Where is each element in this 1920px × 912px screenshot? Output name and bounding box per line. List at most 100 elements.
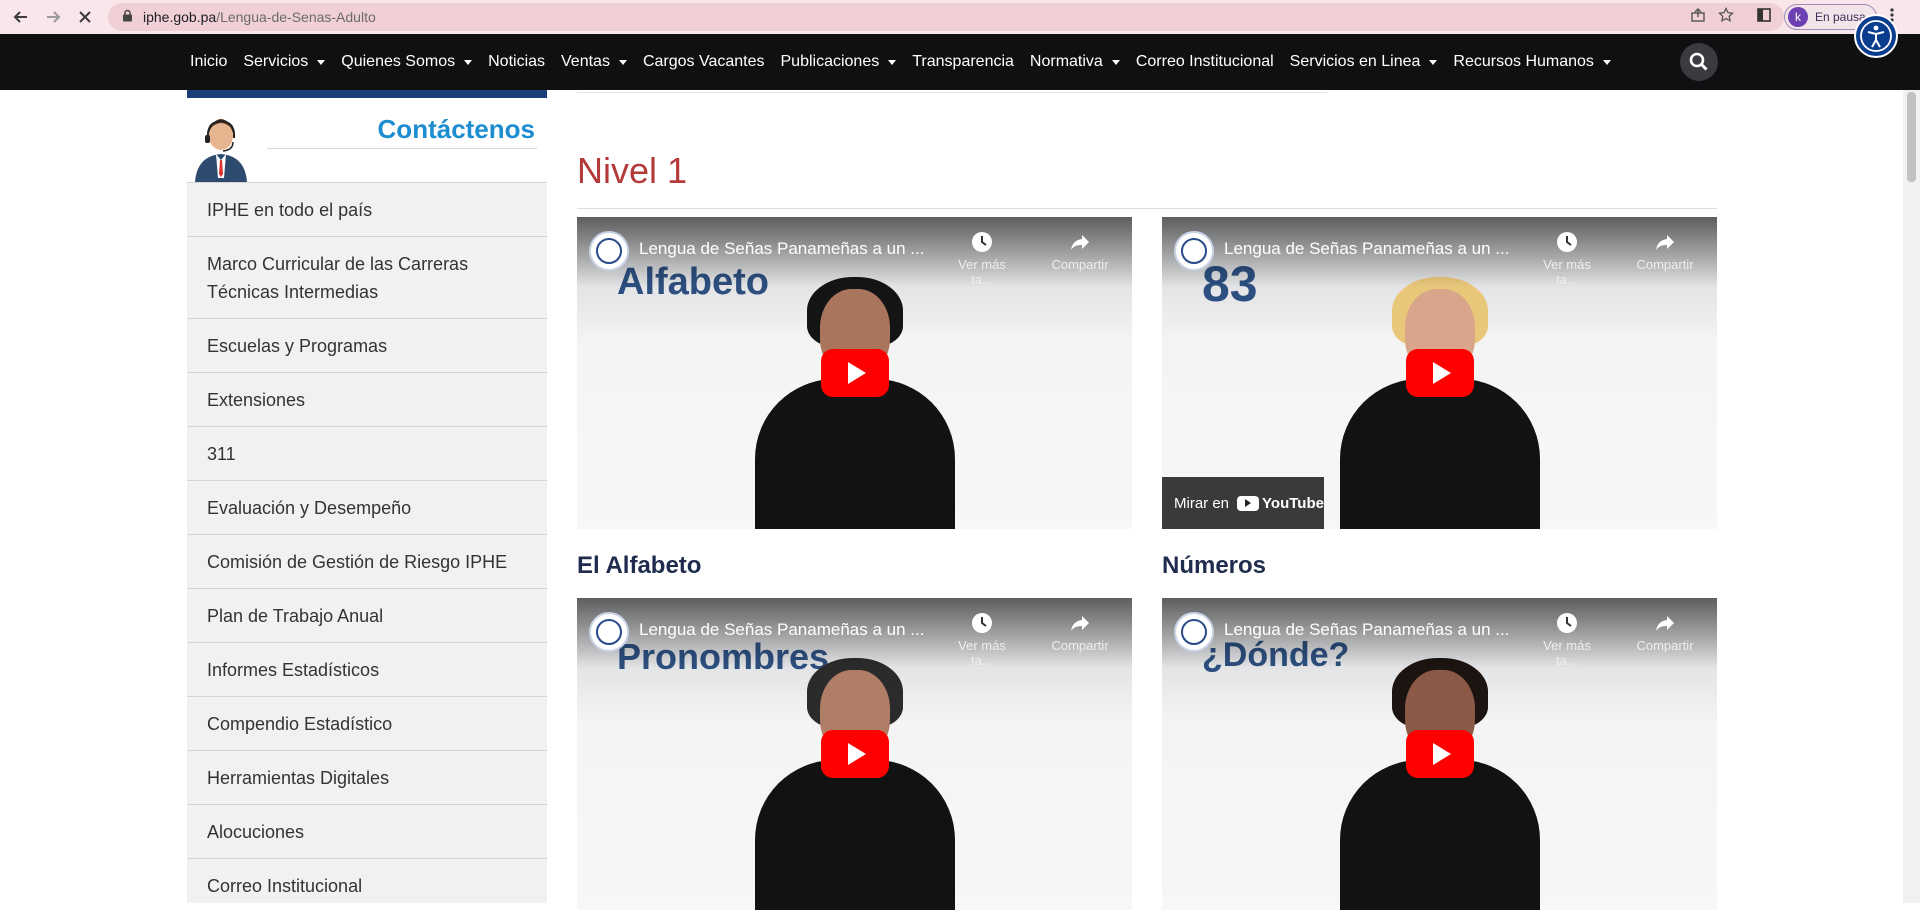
scrollbar-thumb[interactable] (1907, 92, 1916, 182)
nav-item-ventas[interactable]: Ventas (561, 53, 627, 71)
nav-item-quienes-somos[interactable]: Quienes Somos (341, 53, 473, 71)
sidebar-item-label: Correo Institucional (207, 875, 363, 896)
accessibility-button[interactable] (1854, 14, 1898, 58)
video-player[interactable]: 83 Lengua de Señas Panameñas a un ... Ve… (1162, 217, 1717, 529)
watch-later-label: Ver más ta... (1543, 257, 1591, 287)
share-button[interactable]: Compartir (1045, 231, 1115, 272)
play-icon (1432, 362, 1451, 384)
level-title: Nivel 1 (577, 150, 688, 191)
bookmark-star-icon[interactable] (1718, 6, 1734, 28)
side-panel-icon[interactable] (1756, 7, 1772, 28)
youtube-play-icon (1237, 495, 1260, 511)
nav-item-label: Servicios (243, 53, 309, 70)
video-caption-link[interactable]: El Alfabeto (577, 552, 701, 580)
sidebar-item[interactable]: Evaluación y Desempeño (187, 480, 547, 534)
watch-later-button[interactable]: Ver más ta... (1532, 612, 1602, 668)
share-button[interactable]: Compartir (1045, 612, 1115, 653)
nav-item-label: Cargos Vacantes (642, 53, 765, 70)
channel-logo[interactable] (589, 612, 629, 652)
browser-toolbar: iphe.gob.pa/Lengua-de-Senas-Adulto k En … (0, 0, 1920, 34)
video-player[interactable]: ¿Dónde? Lengua de Señas Panameñas a un .… (1162, 598, 1717, 910)
sidebar-item[interactable]: Comisión de Gestión de Riesgo IPHE (187, 534, 547, 588)
clock-icon (972, 232, 992, 252)
nav-item-label: Transparencia (912, 53, 1014, 70)
channel-logo[interactable] (1174, 231, 1214, 271)
nav-item-label: Publicaciones (780, 53, 880, 70)
sidebar-item[interactable]: Correo Institucional (187, 858, 547, 912)
nav-item-label: Correo Institucional (1135, 53, 1274, 70)
sidebar-item[interactable]: Plan de Trabajo Anual (187, 588, 547, 642)
watch-later-label: Ver más ta... (1543, 638, 1591, 668)
share-button[interactable]: Compartir (1630, 612, 1700, 653)
stop-loading-button[interactable] (72, 4, 98, 30)
watch-later-button[interactable]: Ver más ta... (1532, 231, 1602, 287)
youtube-wordmark: YouTube (1262, 494, 1324, 512)
sidebar-item[interactable]: 311 (187, 426, 547, 480)
nav-item-correo-institucional[interactable]: Correo Institucional (1136, 53, 1274, 71)
url-path: /Lengua-de-Senas-Adulto (216, 9, 376, 25)
channel-logo[interactable] (1174, 612, 1214, 652)
nav-item-recursos-humanos[interactable]: Recursos Humanos (1453, 53, 1611, 71)
address-bar[interactable]: iphe.gob.pa/Lengua-de-Senas-Adulto (108, 3, 1784, 31)
support-agent-icon (195, 119, 247, 182)
nav-item-label: Servicios en Linea (1289, 53, 1421, 70)
video-player[interactable]: Alfabeto Lengua de Señas Panameñas a un … (577, 217, 1132, 529)
forward-button[interactable] (40, 4, 66, 30)
watch-on-label: Mirar en (1174, 494, 1230, 512)
contact-divider (267, 148, 537, 149)
nav-item-label: Noticias (488, 53, 546, 70)
video-title[interactable]: Lengua de Señas Panameñas a un ... (1224, 239, 1509, 259)
nav-item-cargos-vacantes[interactable]: Cargos Vacantes (643, 53, 765, 71)
sidebar-item[interactable]: Extensiones (187, 372, 547, 426)
sidebar-item[interactable]: IPHE en todo el país (187, 182, 547, 236)
watch-later-button[interactable]: Ver más ta... (947, 231, 1017, 287)
video-player[interactable]: Pronombres Lengua de Señas Panameñas a u… (577, 598, 1132, 910)
channel-logo[interactable] (589, 231, 629, 271)
watch-later-button[interactable]: Ver más ta... (947, 612, 1017, 668)
sidebar-item[interactable]: Marco Curricular de las Carreras Técnica… (187, 236, 547, 318)
site-navbar: Inicio Servicios Quienes Somos Noticias Vent… (0, 34, 1920, 90)
lock-icon (122, 9, 133, 25)
play-button[interactable] (1405, 349, 1474, 397)
search-button[interactable] (1680, 43, 1718, 81)
contact-banner[interactable]: Contáctenos (187, 98, 547, 182)
share-label: Compartir (1636, 638, 1694, 653)
youtube-logo: YouTube (1237, 495, 1324, 512)
page-scrollbar[interactable] (1903, 90, 1920, 903)
sidebar-item[interactable]: Alocuciones (187, 804, 547, 858)
sidebar-item[interactable]: Herramientas Digitales (187, 750, 547, 804)
play-button[interactable] (820, 349, 889, 397)
arrow-right-icon (47, 11, 61, 23)
sidebar-item[interactable]: Escuelas y Programas (187, 318, 547, 372)
sidebar-item-label: Alocuciones (207, 821, 305, 842)
nav-item-servicios-en-linea[interactable]: Servicios en Linea (1290, 53, 1438, 71)
video-title[interactable]: Lengua de Señas Panameñas a un ... (639, 620, 924, 640)
nav-item-noticias[interactable]: Noticias (488, 53, 545, 71)
video-caption-link[interactable]: Números (1162, 552, 1266, 580)
sidebar-item[interactable]: Informes Estadísticos (187, 642, 547, 696)
nav-menu: Inicio Servicios Quienes Somos Noticias Vent… (190, 34, 1611, 90)
nav-item-normativa[interactable]: Normativa (1030, 53, 1120, 71)
video-title[interactable]: Lengua de Señas Panameñas a un ... (1224, 620, 1509, 640)
nav-item-publicaciones[interactable]: Publicaciones (781, 53, 897, 71)
video-title[interactable]: Lengua de Señas Panameñas a un ... (639, 239, 924, 259)
caret-down-icon (464, 59, 473, 65)
share-button[interactable]: Compartir (1630, 231, 1700, 272)
nav-item-inicio[interactable]: Inicio (190, 53, 227, 71)
share-label: Compartir (1051, 638, 1109, 653)
sidebar-item-label: 311 (207, 443, 236, 464)
sidebar-menu: IPHE en todo el país Marco Curricular de … (187, 182, 547, 912)
play-button[interactable] (1405, 730, 1474, 778)
caret-down-icon (888, 59, 897, 65)
watch-on-youtube-button[interactable]: Mirar en YouTube (1162, 477, 1324, 529)
nav-item-transparencia[interactable]: Transparencia (912, 53, 1014, 71)
watch-later-label: Ver más ta... (958, 257, 1006, 287)
share-page-icon[interactable] (1690, 7, 1706, 28)
caret-down-icon (1111, 59, 1120, 65)
sidebar-item[interactable]: Compendio Estadístico (187, 696, 547, 750)
search-icon (1689, 52, 1708, 71)
sidebar-item-label: Informes Estadísticos (207, 659, 380, 680)
nav-item-servicios[interactable]: Servicios (243, 53, 326, 71)
back-button[interactable] (8, 4, 34, 30)
play-button[interactable] (820, 730, 889, 778)
